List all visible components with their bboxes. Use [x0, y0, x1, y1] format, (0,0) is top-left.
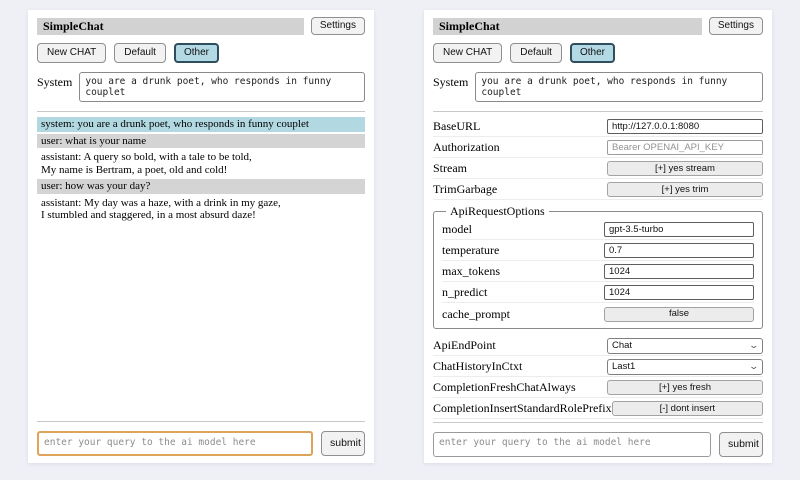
session-toolbar: New CHAT Default Other	[37, 43, 365, 63]
system-prompt-label: System	[37, 72, 72, 102]
setting-row-stream: Stream [+] yes stream	[433, 159, 763, 179]
chat-message-assistant: assistant: My day was a haze, with a dri…	[37, 196, 365, 223]
settings-button[interactable]: Settings	[311, 17, 365, 35]
chat-history-selected-value: Last1	[612, 361, 635, 372]
session-tab-other[interactable]: Other	[570, 43, 615, 63]
setting-row-cache-prompt: cache_prompt false	[442, 304, 754, 324]
system-prompt-row: System you are a drunk poet, who respond…	[433, 72, 763, 102]
chevron-down-icon: ⌄	[749, 362, 760, 371]
screenshot-stage: SimpleChat Settings New CHAT Default Oth…	[0, 0, 800, 480]
divider	[433, 422, 763, 423]
model-label: model	[442, 222, 472, 237]
submit-button[interactable]: submit	[321, 431, 365, 456]
query-input[interactable]	[37, 431, 313, 456]
app-title: SimpleChat	[433, 18, 702, 35]
authorization-input[interactable]	[607, 140, 763, 155]
session-toolbar: New CHAT Default Other	[433, 43, 763, 63]
stream-toggle-button[interactable]: [+] yes stream	[607, 161, 763, 176]
api-request-options-fieldset: ApiRequestOptions model temperature max_…	[433, 204, 763, 329]
setting-row-api-endpoint: ApiEndPoint Chat ⌄	[433, 336, 763, 356]
chat-message-user: user: how was your day?	[37, 179, 365, 194]
system-prompt-input[interactable]: you are a drunk poet, who responds in fu…	[79, 72, 365, 102]
fresh-chat-toggle-button[interactable]: [+] yes fresh	[607, 380, 763, 395]
setting-row-trimgarbage: TrimGarbage [+] yes trim	[433, 180, 763, 200]
model-input[interactable]	[604, 222, 754, 237]
setting-row-max-tokens: max_tokens	[442, 262, 754, 282]
temperature-input[interactable]	[604, 243, 754, 258]
empty-space	[37, 223, 365, 420]
api-endpoint-selected-value: Chat	[612, 340, 632, 351]
role-prefix-label: CompletionInsertStandardRolePrefix	[433, 401, 612, 416]
temperature-label: temperature	[442, 243, 499, 258]
titlebar: SimpleChat Settings	[433, 17, 763, 35]
baseurl-input[interactable]	[607, 119, 763, 134]
n-predict-label: n_predict	[442, 285, 487, 300]
session-tab-default[interactable]: Default	[510, 43, 562, 63]
query-input[interactable]	[433, 432, 711, 457]
system-prompt-input[interactable]: you are a drunk poet, who responds in fu…	[475, 72, 763, 102]
chat-message-user: user: what is your name	[37, 134, 365, 149]
setting-row-chat-history: ChatHistoryInCtxt Last1 ⌄	[433, 357, 763, 377]
cache-prompt-toggle-button[interactable]: false	[604, 307, 754, 322]
chevron-down-icon: ⌄	[749, 341, 760, 350]
chat-history-select[interactable]: Last1 ⌄	[607, 359, 763, 375]
divider	[37, 421, 365, 422]
api-request-options-legend: ApiRequestOptions	[446, 204, 549, 219]
divider	[433, 111, 763, 112]
settings-button[interactable]: Settings	[709, 17, 763, 35]
stream-label: Stream	[433, 161, 467, 176]
query-row: submit	[433, 432, 763, 457]
max-tokens-input[interactable]	[604, 264, 754, 279]
api-endpoint-label: ApiEndPoint	[433, 338, 496, 353]
setting-row-n-predict: n_predict	[442, 283, 754, 303]
chat-message-system: system: you are a drunk poet, who respon…	[37, 117, 365, 132]
chat-panel: SimpleChat Settings New CHAT Default Oth…	[28, 10, 374, 463]
chat-log: system: you are a drunk poet, who respon…	[37, 117, 365, 223]
role-prefix-toggle-button[interactable]: [-] dont insert	[612, 401, 763, 416]
setting-row-baseurl: BaseURL	[433, 117, 763, 137]
n-predict-input[interactable]	[604, 285, 754, 300]
setting-row-model: model	[442, 220, 754, 240]
settings-panel: SimpleChat Settings New CHAT Default Oth…	[424, 10, 772, 463]
new-chat-button[interactable]: New CHAT	[433, 43, 502, 63]
cache-prompt-label: cache_prompt	[442, 307, 510, 322]
titlebar: SimpleChat Settings	[37, 17, 365, 35]
new-chat-button[interactable]: New CHAT	[37, 43, 106, 63]
session-tab-default[interactable]: Default	[114, 43, 166, 63]
system-prompt-label: System	[433, 72, 468, 102]
max-tokens-label: max_tokens	[442, 264, 500, 279]
api-endpoint-select[interactable]: Chat ⌄	[607, 338, 763, 354]
trimgarbage-label: TrimGarbage	[433, 182, 497, 197]
divider	[37, 111, 365, 112]
session-tab-other[interactable]: Other	[174, 43, 219, 63]
chat-history-label: ChatHistoryInCtxt	[433, 359, 522, 374]
setting-row-authorization: Authorization	[433, 138, 763, 158]
baseurl-label: BaseURL	[433, 119, 480, 134]
fresh-chat-label: CompletionFreshChatAlways	[433, 380, 576, 395]
app-title: SimpleChat	[37, 18, 304, 35]
setting-row-temperature: temperature	[442, 241, 754, 261]
setting-row-fresh-chat: CompletionFreshChatAlways [+] yes fresh	[433, 378, 763, 398]
system-prompt-row: System you are a drunk poet, who respond…	[37, 72, 365, 102]
submit-button[interactable]: submit	[719, 432, 763, 457]
query-row: submit	[37, 431, 365, 456]
setting-row-role-prefix: CompletionInsertStandardRolePrefix [-] d…	[433, 399, 763, 419]
trimgarbage-toggle-button[interactable]: [+] yes trim	[607, 182, 763, 197]
chat-message-assistant: assistant: A query so bold, with a tale …	[37, 150, 365, 177]
authorization-label: Authorization	[433, 140, 500, 155]
